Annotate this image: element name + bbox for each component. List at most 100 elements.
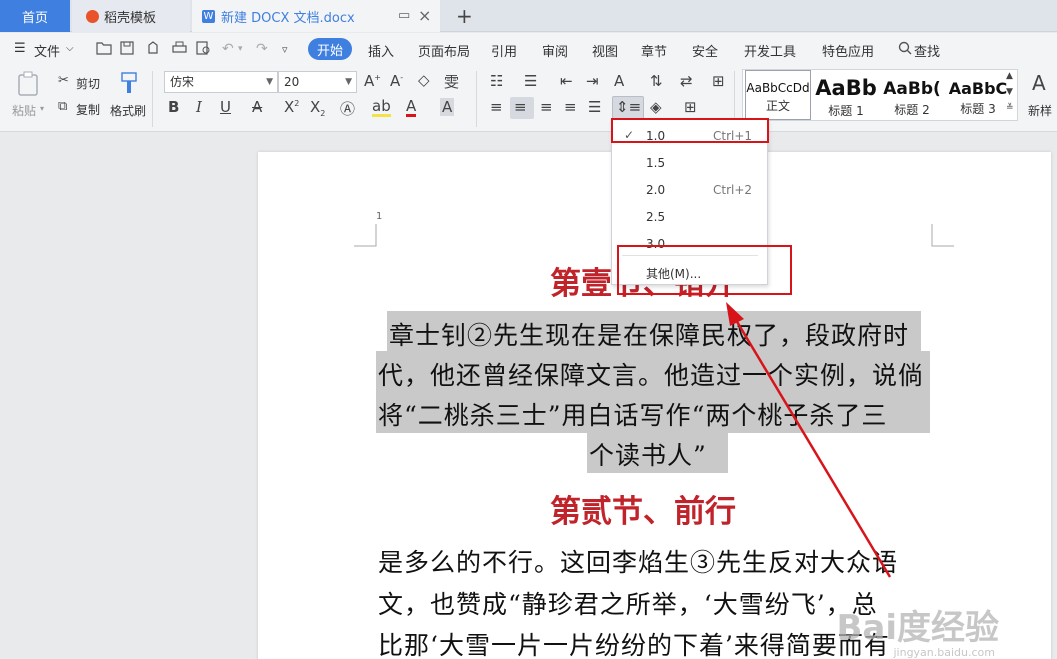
separator xyxy=(152,71,153,127)
line-spacing-2-0[interactable]: 2.0 Ctrl+2 xyxy=(612,176,767,203)
search-icon[interactable] xyxy=(898,41,912,59)
menu-icon[interactable]: ☰ xyxy=(14,41,26,56)
font-size-value: 20 xyxy=(284,75,300,89)
new-tab-button[interactable]: + xyxy=(456,4,473,28)
menu-view[interactable]: 视图 xyxy=(592,41,618,60)
paste-icon[interactable] xyxy=(16,71,40,103)
styles-more-icon[interactable]: ≚ xyxy=(1006,103,1014,113)
distributed-align-icon[interactable]: ☰ xyxy=(588,98,601,116)
tab-daoke-templates[interactable]: 稻壳模板 xyxy=(72,0,190,32)
align-center-icon[interactable]: ≡ xyxy=(514,98,527,116)
restore-window-icon[interactable]: ▭ xyxy=(398,8,410,23)
align-right-icon[interactable]: ≡ xyxy=(540,98,553,116)
italic-icon[interactable]: I xyxy=(196,98,202,116)
line-spacing-icon[interactable]: ⇕≡ xyxy=(616,98,641,116)
clear-format-icon[interactable]: ◇ xyxy=(418,71,430,89)
style-normal[interactable]: AaBbCcDd 正文 xyxy=(745,70,811,120)
align-left-icon[interactable]: ≡ xyxy=(490,98,503,116)
styles-scroll-down-icon[interactable]: ▼ xyxy=(1006,87,1013,97)
paragraph-line[interactable]: 个读书人” xyxy=(589,436,707,472)
strikethrough-icon[interactable]: A xyxy=(252,98,262,116)
font-name-select[interactable]: 仿宋 ▼ xyxy=(164,71,278,93)
customize-toolbar-icon[interactable]: ▿ xyxy=(282,43,288,56)
export-icon[interactable] xyxy=(146,41,160,59)
justify-icon[interactable]: ≡ xyxy=(564,98,577,116)
copy-button[interactable]: 复制 xyxy=(76,101,100,118)
paste-label[interactable]: 粘贴 xyxy=(12,102,36,119)
line-spacing-2-5[interactable]: 2.5 xyxy=(612,203,767,230)
menu-special-apps[interactable]: 特色应用 xyxy=(822,41,874,60)
text-effect-icon[interactable]: Ⓐ xyxy=(340,98,355,119)
menu-bar: ☰ 文件 ⌵ ↶ ▾ ↷ ▿ 开始 插入 页面布局 引用 审阅 视图 章节 安全… xyxy=(0,33,1057,65)
subscript-icon[interactable]: X2 xyxy=(310,98,325,118)
menu-section[interactable]: 章节 xyxy=(641,41,667,60)
menu-insert[interactable]: 插入 xyxy=(368,41,394,60)
copy-icon[interactable]: ⧉ xyxy=(58,99,67,114)
shading-icon[interactable]: ◈ xyxy=(650,98,662,116)
tab-home[interactable]: 首页 xyxy=(0,0,70,32)
paragraph-line[interactable]: 章士钊②先生现在是在保障民权了，段政府时 xyxy=(389,316,909,352)
highlight-icon[interactable]: ab xyxy=(372,98,391,117)
paragraph-line[interactable]: 是多么的不行。这回李焰生③先生反对大众语 xyxy=(378,543,898,579)
style-heading-2[interactable]: AaBb( 标题 2 xyxy=(879,70,945,120)
styles-scroll-up-icon[interactable]: ▲ xyxy=(1006,71,1013,81)
shrink-font-icon[interactable]: A- xyxy=(390,72,403,90)
borders-icon[interactable]: ⊞ xyxy=(684,98,697,116)
format-painter-icon[interactable] xyxy=(118,71,140,99)
paragraph-line[interactable]: 代，他还曾经保障文言。他造过一个实例，说倘 xyxy=(378,356,924,392)
menu-developer[interactable]: 开发工具 xyxy=(744,41,796,60)
writer-doc-icon: W xyxy=(202,9,215,23)
redo-icon[interactable]: ↷ xyxy=(256,41,268,57)
cut-button[interactable]: 剪切 xyxy=(76,75,100,92)
open-folder-icon[interactable] xyxy=(96,41,112,59)
font-color-icon[interactable]: A xyxy=(406,98,417,117)
show-marks-icon[interactable]: ⇄ xyxy=(680,72,693,90)
file-menu[interactable]: 文件 xyxy=(34,41,60,60)
close-tab-icon[interactable]: × xyxy=(418,6,431,25)
undo-dropdown-icon[interactable]: ▾ xyxy=(238,44,243,54)
style-sample: AaBb( xyxy=(883,79,941,99)
bullets-icon[interactable]: ☷ xyxy=(490,72,503,90)
menu-review[interactable]: 审阅 xyxy=(542,41,568,60)
grow-font-icon[interactable]: A+ xyxy=(364,72,381,90)
spacing-value: 1.5 xyxy=(646,156,666,170)
increase-indent-icon[interactable]: ⇥ xyxy=(586,72,599,90)
new-style-icon[interactable]: A xyxy=(1032,71,1046,95)
paste-dropdown-icon[interactable]: ▾ xyxy=(40,104,44,113)
bold-icon[interactable]: B xyxy=(168,98,179,116)
line-spacing-1-5[interactable]: 1.5 xyxy=(612,149,767,176)
format-painter-label[interactable]: 格式刷 xyxy=(110,102,146,119)
phonetic-guide-icon[interactable]: 雯 xyxy=(444,71,459,92)
style-heading-1[interactable]: AaBb 标题 1 xyxy=(813,70,879,120)
sort-icon[interactable]: ⇅ xyxy=(650,72,663,90)
font-size-select[interactable]: 20 ▼ xyxy=(278,71,357,93)
menu-start[interactable]: 开始 xyxy=(308,38,352,60)
menu-security[interactable]: 安全 xyxy=(692,41,718,60)
watermark-logo: Bai度经验 xyxy=(836,608,999,648)
underline-icon[interactable]: U xyxy=(220,98,231,116)
chinese-layout-icon[interactable]: A xyxy=(614,72,624,90)
decrease-indent-icon[interactable]: ⇤ xyxy=(560,72,573,90)
menu-page-layout[interactable]: 页面布局 xyxy=(418,41,470,60)
heading-2[interactable]: 第贰节、前行 xyxy=(550,486,736,531)
print-preview-icon[interactable] xyxy=(196,41,211,59)
scissors-icon[interactable]: ✂ xyxy=(58,73,69,88)
paragraph-line[interactable]: 文，也赞成“静珍君之所举，‘大雪纷飞’，总 xyxy=(378,585,878,621)
undo-icon[interactable]: ↶ xyxy=(222,41,234,57)
paragraph-line[interactable]: 比那‘大雪一片一片纷纷的下着’来得简要而有 xyxy=(378,626,890,659)
page-number: 1 xyxy=(376,211,383,222)
margin-corner-mark xyxy=(931,224,954,247)
style-name: 标题 3 xyxy=(960,102,996,116)
search-label[interactable]: 查找 xyxy=(914,41,940,60)
style-heading-3[interactable]: AaBbC 标题 3 xyxy=(945,70,1011,120)
new-style-label[interactable]: 新样 xyxy=(1028,102,1052,119)
print-icon[interactable] xyxy=(172,41,187,59)
save-icon[interactable] xyxy=(120,41,134,59)
superscript-icon[interactable]: X2 xyxy=(284,98,299,116)
table-icon[interactable]: ⊞ xyxy=(712,72,725,90)
char-shading-icon[interactable]: A xyxy=(440,98,455,116)
chevron-down-icon[interactable]: ⌵ xyxy=(66,43,74,54)
paragraph-line[interactable]: 将“二桃杀三士”用白话写作“两个桃子杀了三 xyxy=(378,396,887,432)
menu-references[interactable]: 引用 xyxy=(491,41,517,60)
numbering-icon[interactable]: ☰ xyxy=(524,72,537,90)
